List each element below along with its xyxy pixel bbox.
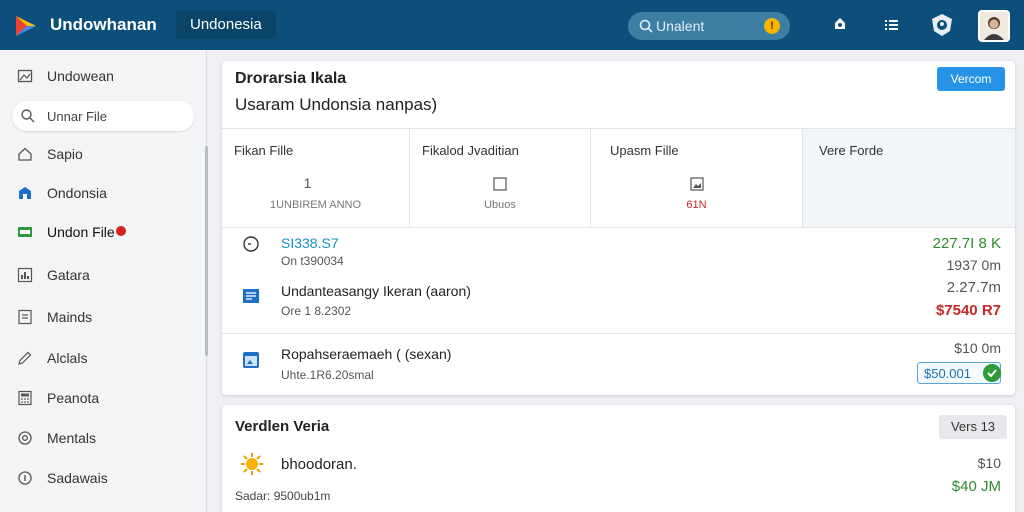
list-icon[interactable] bbox=[880, 14, 902, 36]
document-icon bbox=[18, 309, 32, 325]
stat-tile-4[interactable]: Vere Forde bbox=[803, 129, 1015, 227]
sidebar-item-alclals[interactable]: Alclals bbox=[0, 342, 207, 374]
sidebar-item-label: Mainds bbox=[47, 309, 93, 325]
app-title: Undowhanan bbox=[50, 15, 157, 34]
stat-label: Fikan Fille bbox=[234, 143, 294, 158]
row-title: Ropahseraemaeh ( (sexan) bbox=[281, 346, 452, 362]
sidebar-item-label: Undon File bbox=[47, 224, 115, 240]
sidebar-item-gatara[interactable]: Gatara bbox=[0, 259, 207, 291]
list-item[interactable]: SI338.S7 On t390034 227.7I 8 K 1937 0m bbox=[222, 228, 1015, 285]
chip-value: $50.001 bbox=[924, 366, 971, 381]
sidebar-item-label: Sadawais bbox=[47, 470, 108, 486]
sidebar-item-label: Alclals bbox=[47, 350, 88, 366]
edit-icon bbox=[18, 351, 32, 365]
row-title: Undanteasangy Ikeran (aaron) bbox=[281, 283, 471, 299]
warning-badge-icon[interactable]: ! bbox=[764, 18, 780, 34]
stat-tile-1[interactable]: Fikan Fille 1 1UNBIREM ANNO bbox=[222, 129, 410, 227]
stat-tile-3[interactable]: Upasm Fille 61N bbox=[591, 129, 803, 227]
sidebar-item-undon-file[interactable]: Undon File bbox=[0, 216, 207, 248]
sidebar: Undowean Unnar File Sapio Ondonsia Undon… bbox=[0, 50, 208, 512]
check-circle-icon bbox=[983, 364, 1001, 382]
sidebar-item-label: Sapio bbox=[47, 146, 83, 162]
user-avatar-icon bbox=[980, 12, 1008, 40]
search-icon bbox=[639, 19, 653, 33]
list-item[interactable]: Undanteasangy Ikeran (aaron) Ore 1 8.230… bbox=[222, 279, 1015, 333]
image-file-icon bbox=[689, 177, 704, 191]
sidebar-item-label: Undowean bbox=[47, 68, 114, 84]
image-icon bbox=[17, 69, 33, 83]
row-meta: Ore 1 8.2302 bbox=[281, 304, 352, 318]
status-chip[interactable]: $50.001 bbox=[917, 362, 1001, 384]
clock-icon bbox=[243, 236, 259, 252]
row-amount-secondary: $7540 R7 bbox=[935, 302, 1001, 319]
card-title: Drorarsia Ikala bbox=[235, 70, 347, 87]
chart-icon bbox=[17, 267, 33, 283]
row-amount: 2.27.7m bbox=[946, 279, 1001, 296]
sidebar-item-unnar-file[interactable]: Unnar File bbox=[12, 101, 194, 131]
search-value: Unalent bbox=[656, 18, 705, 34]
region-selector[interactable]: Undonesia bbox=[176, 11, 276, 39]
row-amount: 227.7I 8 K bbox=[932, 235, 1001, 252]
stat-label: Upasm Fille bbox=[610, 143, 679, 158]
sidebar-item-label: Mentals bbox=[47, 430, 97, 446]
sidebar-item-label: Gatara bbox=[47, 267, 90, 283]
sidebar-item-label: Unnar File bbox=[47, 109, 107, 124]
card-subtitle: Usaram Undonsia nanpas) bbox=[235, 95, 438, 114]
search-icon bbox=[21, 109, 35, 123]
row-meta: On t390034 bbox=[281, 254, 344, 268]
sun-icon bbox=[241, 453, 263, 475]
item-amount-secondary: $40 JM bbox=[951, 478, 1001, 495]
stat-tile-2[interactable]: Fikalod Jvaditian Ubuos bbox=[410, 129, 591, 227]
top-search-box[interactable]: Unalent ! bbox=[628, 12, 790, 40]
card-icon bbox=[18, 227, 32, 237]
building-icon bbox=[19, 187, 31, 199]
app-logo-icon[interactable] bbox=[14, 14, 38, 38]
shield-icon[interactable] bbox=[929, 12, 955, 38]
checkbox-icon bbox=[493, 177, 507, 191]
sidebar-item-label: Peanota bbox=[47, 390, 100, 406]
item-name: bhoodoran. bbox=[281, 456, 357, 473]
sidebar-item-undowean[interactable]: Undowean bbox=[0, 60, 207, 92]
item-meta: Sadar: 9500ub1m bbox=[235, 489, 331, 503]
stat-subtext: Ubuos bbox=[484, 199, 516, 211]
stat-label: Fikalod Jvaditian bbox=[422, 143, 519, 158]
sidebar-item-ondonsia[interactable]: Ondonsia bbox=[0, 177, 207, 209]
sidebar-item-peanota[interactable]: Peanota bbox=[0, 382, 207, 414]
detail-card: Verdlen Veria Vers 13 bhoodoran. Sadar: … bbox=[222, 405, 1015, 512]
document-list-icon bbox=[243, 289, 259, 303]
notification-dot bbox=[116, 226, 126, 236]
app-window-icon bbox=[243, 352, 259, 368]
list-item[interactable]: Ropahseraemaeh ( (sexan) Uhte.1R6.20smal… bbox=[222, 334, 1015, 394]
card-title: Verdlen Veria bbox=[235, 418, 330, 435]
sidebar-item-sapio[interactable]: Sapio bbox=[0, 138, 207, 170]
sidebar-item-mainds[interactable]: Mainds bbox=[0, 301, 207, 333]
stat-subtext: 1UNBIREM ANNO bbox=[269, 199, 362, 211]
primary-action-button[interactable]: Vercom bbox=[937, 67, 1005, 91]
sidebar-item-sadawais[interactable]: Sadawais bbox=[0, 462, 207, 494]
row-meta: Uhte.1R6.20smal bbox=[281, 368, 374, 382]
stat-value: 1 bbox=[303, 175, 312, 191]
row-amount: $10 0m bbox=[954, 340, 1001, 356]
sidebar-scrollbar[interactable] bbox=[205, 146, 208, 356]
calculator-icon bbox=[18, 390, 32, 406]
avatar[interactable] bbox=[978, 10, 1010, 42]
home-icon bbox=[18, 147, 32, 161]
settings-icon bbox=[18, 431, 32, 445]
sidebar-item-label: Ondonsia bbox=[47, 185, 107, 201]
stat-subtext: 61N bbox=[686, 199, 707, 211]
overview-card: Drorarsia Ikala Usaram Undonsia nanpas) … bbox=[222, 61, 1015, 395]
stat-label: Vere Forde bbox=[819, 143, 884, 158]
version-button[interactable]: Vers 13 bbox=[939, 415, 1007, 439]
item-amount: $10 bbox=[977, 455, 1001, 471]
row-title: SI338.S7 bbox=[281, 235, 339, 251]
row-amount-secondary: 1937 0m bbox=[946, 257, 1001, 273]
top-bar: Undowhanan Undonesia Unalent ! bbox=[0, 0, 1024, 50]
sidebar-item-mentals[interactable]: Mentals bbox=[0, 422, 207, 454]
notification-icon[interactable] bbox=[829, 14, 851, 36]
info-icon bbox=[18, 471, 32, 485]
